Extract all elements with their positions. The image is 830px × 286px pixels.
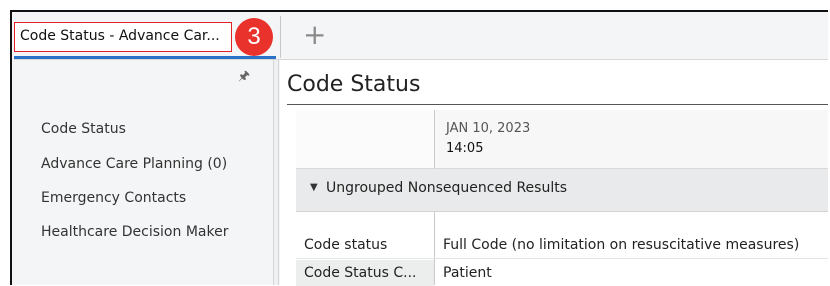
row-label-code-status: Code status xyxy=(304,237,388,253)
tab-code-status-advance-care[interactable]: Code Status - Advance Car... xyxy=(14,22,232,52)
group-header-row[interactable]: ▼ Ungrouped Nonsequenced Results xyxy=(296,169,828,212)
tab-bar: Code Status - Advance Car... 3 + xyxy=(14,14,828,60)
row-value-code-status[interactable]: Full Code (no limitation on resuscitativ… xyxy=(435,232,828,258)
date-column-header[interactable]: JAN 10, 2023 14:05 xyxy=(435,110,828,169)
sidebar-item-healthcare-decision-maker[interactable]: Healthcare Decision Maker xyxy=(41,224,228,240)
row-value-code-status-c[interactable]: Patient xyxy=(435,260,828,286)
row-divider xyxy=(296,258,828,259)
column-time: 14:05 xyxy=(446,141,484,156)
main-panel: Code Status JAN 10, 2023 14:05 ▼ Ungroup… xyxy=(280,60,828,286)
sidebar-splitter[interactable] xyxy=(273,60,279,285)
sidebar-item-advance-care-planning[interactable]: Advance Care Planning (0) xyxy=(41,156,227,172)
title-divider xyxy=(287,104,828,105)
sidebar-item-emergency-contacts[interactable]: Emergency Contacts xyxy=(41,190,186,206)
page-title: Code Status xyxy=(287,72,421,97)
column-date: JAN 10, 2023 xyxy=(446,121,531,136)
plus-icon[interactable]: + xyxy=(303,20,326,50)
app-window: Code Status - Advance Car... 3 + 🖈 Code … xyxy=(10,10,828,286)
sidebar-item-code-status[interactable]: Code Status xyxy=(41,121,126,137)
active-tab-indicator xyxy=(14,56,276,59)
sidebar: 🖈 Code Status Advance Care Planning (0) … xyxy=(14,60,273,285)
pin-icon[interactable]: 🖈 xyxy=(238,67,250,89)
row-label-code-status-c: Code Status C... xyxy=(296,260,434,286)
step-badge: 3 xyxy=(235,18,273,56)
tab-divider xyxy=(280,16,281,58)
caret-down-icon[interactable]: ▼ xyxy=(310,182,318,193)
results-grid: JAN 10, 2023 14:05 ▼ Ungrouped Nonsequen… xyxy=(296,110,828,286)
group-label: Ungrouped Nonsequenced Results xyxy=(326,180,567,196)
grid-corner-cell xyxy=(296,110,435,169)
